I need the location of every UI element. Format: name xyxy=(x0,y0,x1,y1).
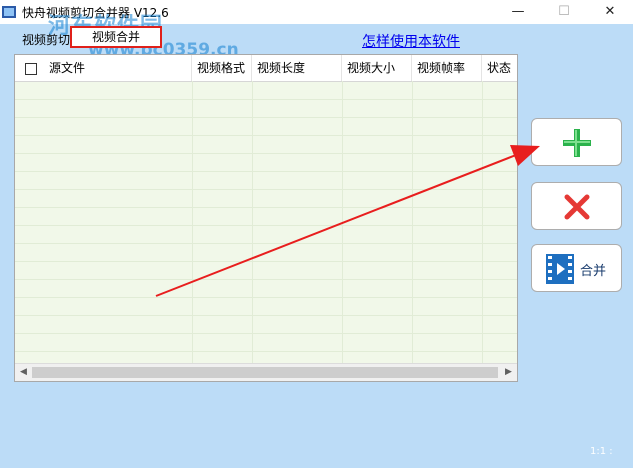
annotation-arrow-icon xyxy=(155,145,540,297)
footer-text: 1:1 : xyxy=(590,446,613,457)
